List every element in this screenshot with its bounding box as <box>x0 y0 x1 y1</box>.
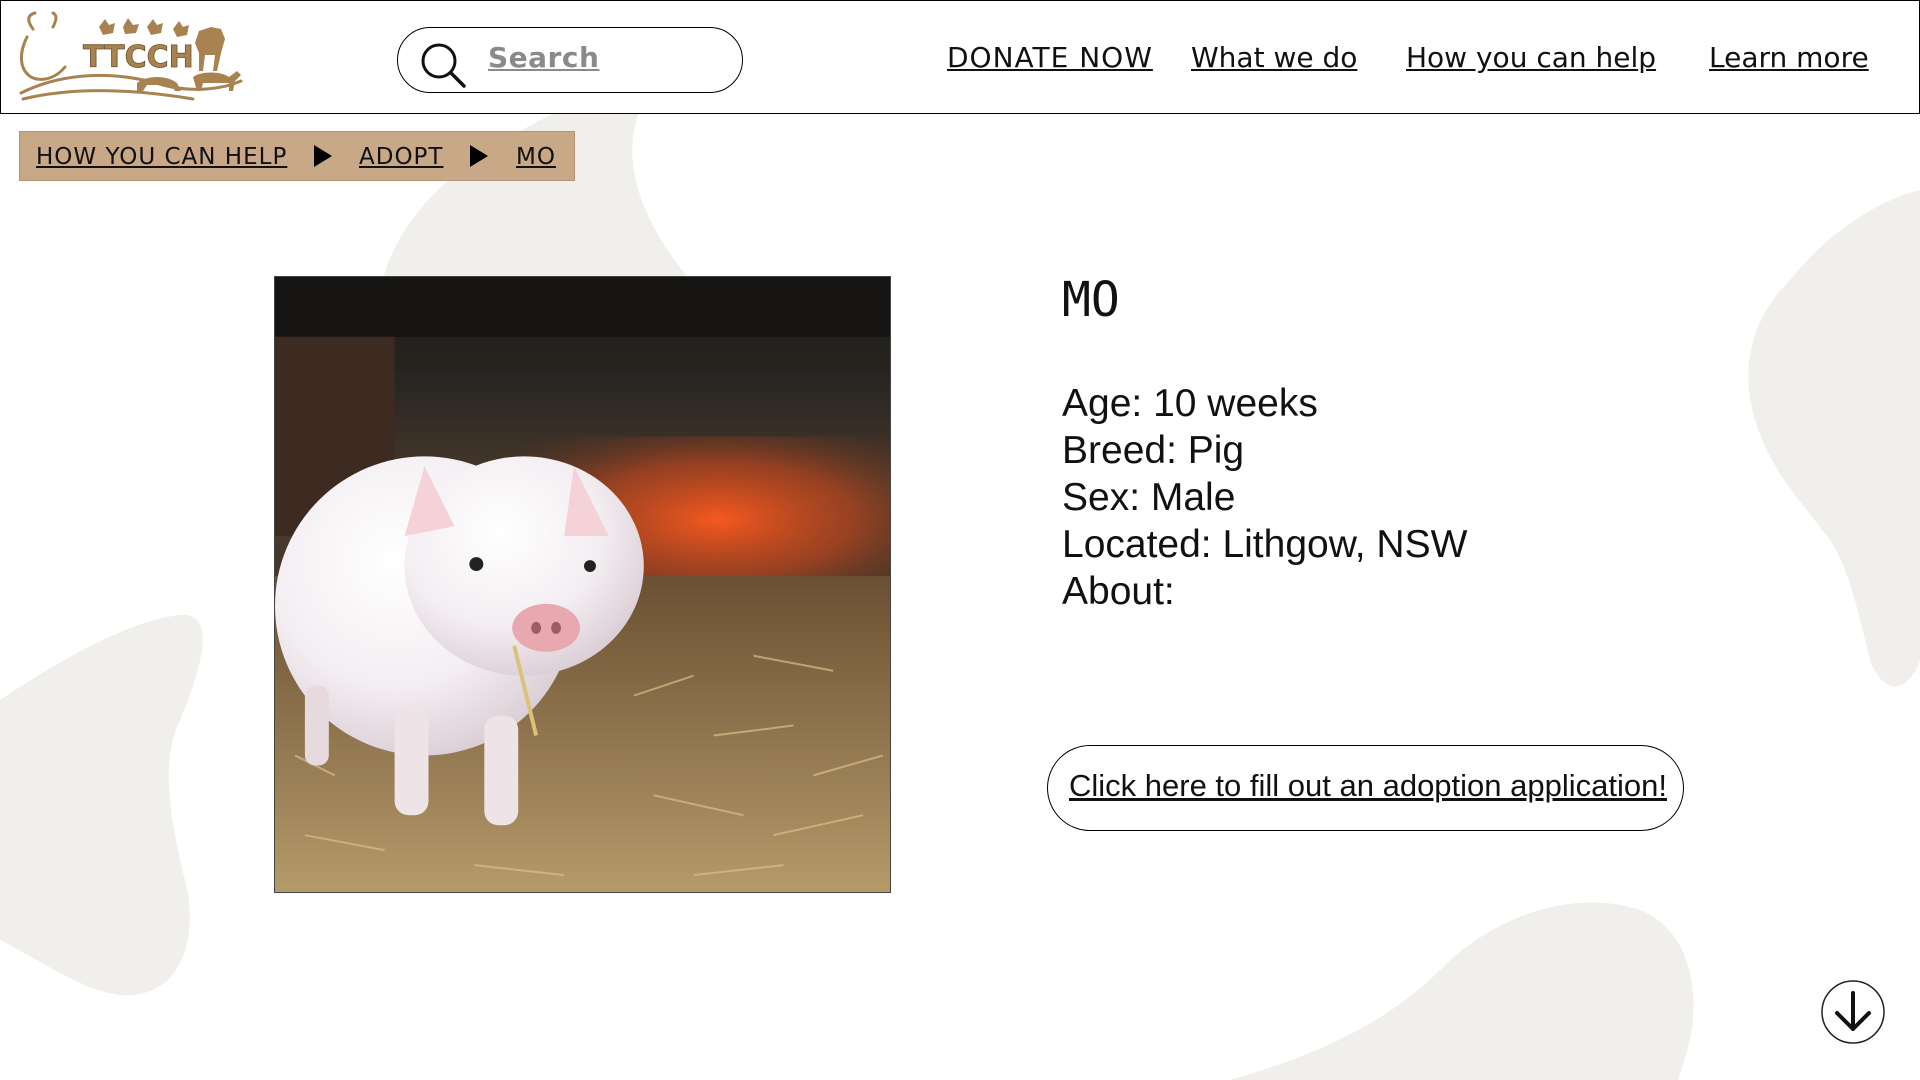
adopt-animal-page: TTCCH Search DONATE NOW What we do How y… <box>0 0 1920 1080</box>
adoption-application-link[interactable]: Click here to fill out an adoption appli… <box>1069 768 1667 804</box>
svg-text:TTCCH: TTCCH <box>83 40 194 75</box>
animal-sex: Sex: Male <box>1062 476 1236 519</box>
triangle-right-icon <box>470 145 488 167</box>
animal-breed: Breed: Pig <box>1062 429 1245 472</box>
ttcch-logo[interactable]: TTCCH <box>13 7 245 103</box>
triangle-right-icon <box>314 145 332 167</box>
animal-age: Age: 10 weeks <box>1062 382 1318 425</box>
nav-how-you-can-help[interactable]: How you can help <box>1406 41 1656 81</box>
breadcrumb-how-you-can-help[interactable]: HOW YOU CAN HELP <box>36 144 287 170</box>
nav-learn-more[interactable]: Learn more <box>1709 41 1869 81</box>
nav-what-we-do[interactable]: What we do <box>1191 41 1357 81</box>
search-placeholder: Search <box>488 41 600 74</box>
adoption-application-button[interactable]: Click here to fill out an adoption appli… <box>1047 745 1684 831</box>
animal-photo <box>274 276 891 893</box>
breadcrumb-current-animal[interactable]: MO <box>516 144 556 170</box>
breadcrumb-adopt[interactable]: ADOPT <box>359 144 443 170</box>
animal-name: MO <box>1062 272 1120 328</box>
search-icon[interactable] <box>418 40 468 90</box>
search-input[interactable]: Search <box>397 27 743 93</box>
animal-location: Located: Lithgow, NSW <box>1062 523 1468 566</box>
arrow-down-circle-icon[interactable] <box>1820 979 1886 1045</box>
site-header: TTCCH Search DONATE NOW What we do How y… <box>0 0 1920 114</box>
breadcrumb: HOW YOU CAN HELP ADOPT MO <box>19 131 575 181</box>
nav-donate-now[interactable]: DONATE NOW <box>947 41 1153 81</box>
animal-about-label: About: <box>1062 570 1175 613</box>
